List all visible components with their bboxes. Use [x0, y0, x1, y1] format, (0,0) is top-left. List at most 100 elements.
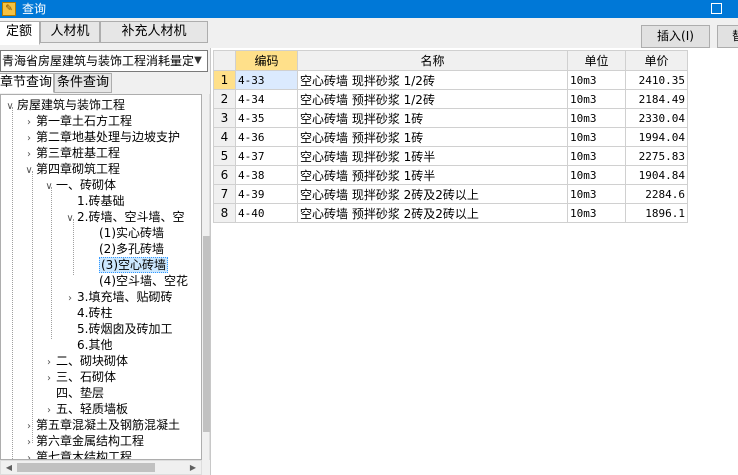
tree-item[interactable]: ∨ 一、砖砌体 — [42, 177, 116, 193]
tree-item[interactable]: › 第二章地基处理与边坡支护 — [22, 129, 180, 145]
cell-price[interactable]: 1994.04 — [625, 127, 688, 147]
column-header-code[interactable]: 编码 — [235, 50, 298, 71]
chevron-right-icon[interactable]: › — [22, 451, 36, 459]
cell-unit[interactable]: 10m3 — [567, 108, 626, 128]
chevron-down-icon[interactable]: ∨ — [22, 163, 36, 179]
tab-supplementary-labor-material[interactable]: 补充人材机 — [100, 21, 208, 43]
replace-button[interactable]: 替 — [717, 25, 738, 48]
tree-vertical-scrollbar[interactable] — [202, 94, 210, 460]
cell-name[interactable]: 空心砖墙 现拌砂浆 2砖及2砖以上 — [297, 184, 568, 204]
row-number: 8 — [213, 203, 236, 223]
tree-horizontal-scrollbar[interactable]: ◀ ▶ — [0, 460, 202, 475]
cell-unit[interactable]: 10m3 — [567, 127, 626, 147]
table-row[interactable]: 2 4-34 空心砖墙 预拌砂浆 1/2砖 10m3 2184.49 — [213, 89, 688, 109]
table-row[interactable]: 8 4-40 空心砖墙 预拌砂浆 2砖及2砖以上 10m3 1896.1 — [213, 203, 688, 223]
tree-item[interactable]: 4.砖柱 — [63, 305, 112, 321]
chevron-down-icon[interactable]: ∨ — [3, 99, 17, 115]
cell-code[interactable]: 4-36 — [235, 127, 298, 147]
cell-unit[interactable]: 10m3 — [567, 184, 626, 204]
cell-unit[interactable]: 10m3 — [567, 203, 626, 223]
cell-code[interactable]: 4-39 — [235, 184, 298, 204]
scrollbar-thumb[interactable] — [17, 463, 155, 472]
cell-name[interactable]: 空心砖墙 现拌砂浆 1砖 — [297, 108, 568, 128]
tree-item[interactable]: ∨ 第四章砌筑工程 — [22, 161, 120, 177]
scroll-right-icon[interactable]: ▶ — [186, 461, 200, 474]
cell-code[interactable]: 4-40 — [235, 203, 298, 223]
tree-item[interactable]: › 第三章桩基工程 — [22, 145, 120, 161]
insert-button[interactable]: 插入(I) — [641, 25, 710, 48]
cell-price[interactable]: 1904.84 — [625, 165, 688, 185]
tab-quota[interactable]: 定额 — [0, 21, 40, 45]
chapter-tree: ∨ 房屋建筑与装饰工程 › 第一章土石方工程 › 第二章地基处理与边坡支护 › 第三章桩… — [0, 94, 202, 460]
tree-item[interactable]: 1.砖基础 — [63, 193, 124, 209]
maximize-icon[interactable] — [711, 3, 722, 14]
tree-item[interactable]: ∨ 房屋建筑与装饰工程 — [3, 97, 125, 113]
cell-unit[interactable]: 10m3 — [567, 89, 626, 109]
left-pane: 青海省房屋建筑与装饰工程消耗量定 ▼ 章节查询 条件查询 ∨ 房屋建筑与装饰工程 … — [0, 48, 210, 475]
row-number: 5 — [213, 146, 236, 166]
cell-code[interactable]: 4-35 — [235, 108, 298, 128]
cell-code[interactable]: 4-37 — [235, 146, 298, 166]
tree-item[interactable]: 6.其他 — [63, 337, 112, 353]
tree-item[interactable]: (4)空斗墙、空花 — [85, 273, 188, 289]
tree-item[interactable]: 四、垫层 — [42, 385, 104, 401]
table-row[interactable]: 4 4-36 空心砖墙 预拌砂浆 1砖 10m3 1994.04 — [213, 127, 688, 147]
title-bar: ✎ 查询 — [0, 0, 738, 18]
quota-library-select[interactable]: 青海省房屋建筑与装饰工程消耗量定 ▼ — [0, 50, 208, 72]
cell-unit[interactable]: 10m3 — [567, 70, 626, 90]
cell-code[interactable]: 4-38 — [235, 165, 298, 185]
chevron-down-icon[interactable]: ∨ — [63, 211, 77, 227]
results-grid-area: 编码 名称 单位 单价 1 4-33 空心砖墙 现拌砂浆 1/2砖 10m3 2… — [211, 48, 738, 475]
tree-item[interactable]: (2)多孔砖墙 — [85, 241, 164, 257]
cell-name[interactable]: 空心砖墙 预拌砂浆 1砖半 — [297, 165, 568, 185]
cell-price[interactable]: 2184.49 — [625, 89, 688, 109]
chevron-down-icon[interactable]: ▼ — [191, 54, 205, 68]
cell-name[interactable]: 空心砖墙 预拌砂浆 2砖及2砖以上 — [297, 203, 568, 223]
scroll-left-icon[interactable]: ◀ — [2, 461, 16, 474]
chevron-down-icon[interactable]: ∨ — [42, 179, 56, 195]
table-row[interactable]: 1 4-33 空心砖墙 现拌砂浆 1/2砖 10m3 2410.35 — [213, 70, 688, 90]
column-header-name[interactable]: 名称 — [297, 50, 568, 71]
tree-item[interactable]: › 三、石砌体 — [42, 369, 116, 385]
cell-name[interactable]: 空心砖墙 现拌砂浆 1砖半 — [297, 146, 568, 166]
row-number-header — [213, 50, 236, 71]
tree-item[interactable]: ∨ 2.砖墙、空斗墙、空 — [63, 209, 184, 225]
row-number: 4 — [213, 127, 236, 147]
row-number: 1 — [213, 70, 236, 90]
cell-code[interactable]: 4-34 — [235, 89, 298, 109]
tab-labor-material-machine[interactable]: 人材机 — [40, 21, 100, 43]
cell-price[interactable]: 2284.6 — [625, 184, 688, 204]
tree-item[interactable]: › 二、砌块砌体 — [42, 353, 128, 369]
cell-code[interactable]: 4-33 — [235, 70, 298, 90]
app-icon: ✎ — [2, 2, 16, 16]
tree-item[interactable]: › 五、轻质墙板 — [42, 401, 128, 417]
table-header-row: 编码 名称 单位 单价 — [213, 50, 688, 71]
tree-item[interactable]: › 第五章混凝土及钢筋混凝土 — [22, 417, 180, 433]
column-header-price[interactable]: 单价 — [625, 50, 688, 71]
cell-price[interactable]: 2275.83 — [625, 146, 688, 166]
tree-item[interactable]: (1)实心砖墙 — [85, 225, 164, 241]
cell-price[interactable]: 2410.35 — [625, 70, 688, 90]
tab-chapter-query[interactable]: 章节查询 — [0, 73, 54, 93]
table-row[interactable]: 7 4-39 空心砖墙 现拌砂浆 2砖及2砖以上 10m3 2284.6 — [213, 184, 688, 204]
cell-unit[interactable]: 10m3 — [567, 165, 626, 185]
cell-name[interactable]: 空心砖墙 预拌砂浆 1砖 — [297, 127, 568, 147]
top-toolbar: 定额 人材机 补充人材机 插入(I) 替 — [0, 18, 738, 48]
tree-item[interactable]: › 第六章金属结构工程 — [22, 433, 144, 449]
table-row[interactable]: 6 4-38 空心砖墙 预拌砂浆 1砖半 10m3 1904.84 — [213, 165, 688, 185]
cell-unit[interactable]: 10m3 — [567, 146, 626, 166]
table-row[interactable]: 5 4-37 空心砖墙 现拌砂浆 1砖半 10m3 2275.83 — [213, 146, 688, 166]
tree-item[interactable]: 5.砖烟囱及砖加工 — [63, 321, 172, 337]
tree-item[interactable]: › 3.填充墙、贴砌砖 — [63, 289, 172, 305]
cell-price[interactable]: 1896.1 — [625, 203, 688, 223]
cell-name[interactable]: 空心砖墙 现拌砂浆 1/2砖 — [297, 70, 568, 90]
tab-condition-query[interactable]: 条件查询 — [54, 73, 112, 93]
column-header-unit[interactable]: 单位 — [567, 50, 626, 71]
cell-price[interactable]: 2330.04 — [625, 108, 688, 128]
tree-item[interactable]: › 第一章土石方工程 — [22, 113, 132, 129]
tree-item[interactable]: › 第七章木结构工程 — [22, 449, 132, 459]
table-row[interactable]: 3 4-35 空心砖墙 现拌砂浆 1砖 10m3 2330.04 — [213, 108, 688, 128]
scrollbar-thumb[interactable] — [203, 236, 210, 432]
cell-name[interactable]: 空心砖墙 预拌砂浆 1/2砖 — [297, 89, 568, 109]
tree-item-selected[interactable]: (3)空心砖墙 — [85, 257, 168, 273]
